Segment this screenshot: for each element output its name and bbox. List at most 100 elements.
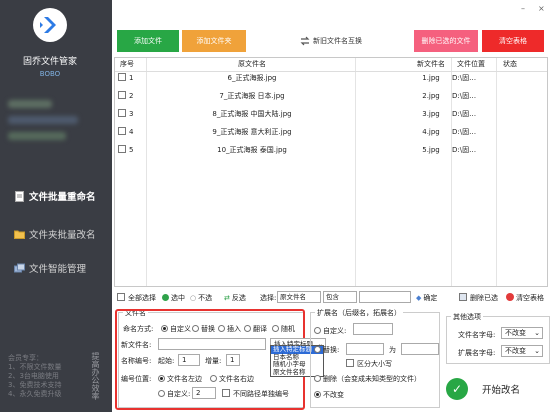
row-index: 4 — [129, 128, 134, 136]
selection-bar: 全部选择 选中 ○ 不选 ⇄ 反选 选择: 原文件名 包含 ◆ 确定 删除已选 清空表… — [114, 291, 550, 305]
other-options-legend: 其他选项 — [451, 312, 483, 322]
ext-case-select[interactable]: 不改变 ⌄ — [501, 345, 543, 357]
table-header: 序号 原文件名 新文件名 文件位置 状态 — [115, 58, 547, 72]
sidebar: 固乔文件管家 BOBO 文件批量重命名 文件夹批量改名 文件智能管理 会员专享：… — [0, 0, 112, 412]
promo-text: 提高办公效率 — [91, 352, 100, 400]
match-input[interactable] — [359, 291, 411, 303]
row-index: 5 — [129, 146, 134, 154]
table-row[interactable]: 1 6_正式海报.jpg 1.jpg D:\固… — [115, 72, 547, 86]
add-file-button[interactable]: 添加文件 — [117, 30, 179, 52]
name-case-label: 文件名字母: — [458, 331, 496, 339]
table-row[interactable]: 3 8_正式海报 中国大陆.jpg 3.jpg D:\固… — [115, 108, 547, 122]
delete-selected-files-button[interactable]: 删除已选的文件 — [414, 30, 478, 52]
header-status[interactable]: 状态 — [503, 58, 543, 72]
blurred-text — [8, 116, 78, 124]
folder-icon — [14, 230, 25, 239]
add-folder-button[interactable]: 添加文件夹 — [182, 30, 246, 52]
minimize-button[interactable]: – — [521, 4, 525, 13]
separate-numbering-checkbox[interactable]: 不同路径单独编号 — [222, 389, 289, 399]
row-checkbox[interactable] — [118, 127, 126, 135]
sidebar-item-file-manage[interactable]: 文件智能管理 — [0, 255, 112, 281]
row-checkbox[interactable] — [118, 73, 126, 81]
ext-custom-radio[interactable]: 自定义: — [314, 326, 346, 336]
sidebar-item-label: 文件批量重命名 — [29, 192, 96, 203]
swap-names-label: 新旧文件名互换 — [313, 37, 362, 45]
sidebar-item-batch-rename[interactable]: 文件批量重命名 — [0, 183, 112, 209]
numbering-label: 名称编号: — [121, 357, 152, 365]
blurred-text — [8, 132, 66, 140]
step-label: 增量: — [205, 357, 222, 365]
header-location[interactable]: 文件位置 — [457, 58, 497, 72]
pos-left-radio[interactable]: 文件名左边 — [158, 374, 202, 384]
row-old-name: 7_正式海报 日本.jpg — [219, 92, 285, 100]
custom-position-input[interactable]: 2 — [192, 387, 216, 399]
manage-icon — [14, 263, 25, 272]
clear-table-button[interactable]: 清空表格 — [482, 30, 544, 52]
mode-translate-radio[interactable]: 翻译 — [244, 324, 267, 334]
ext-as-label: 为 — [389, 346, 396, 354]
table-row[interactable]: 2 7_正式海报 日本.jpg 2.jpg D:\固… — [115, 90, 547, 104]
pos-custom-radio[interactable]: 自定义: — [158, 389, 190, 399]
header-old-name[interactable]: 原文件名 — [149, 58, 355, 72]
extension-legend: 扩展名（后缀名，拓展名） — [315, 308, 403, 318]
blurred-text — [8, 100, 52, 108]
member-title: 会员专享： — [8, 354, 43, 362]
name-case-select[interactable]: 不改变 ⌄ — [501, 327, 543, 339]
check-icon — [162, 294, 169, 301]
uncheck-button[interactable]: ○ 不选 — [190, 293, 212, 303]
new-name-input[interactable] — [158, 338, 266, 350]
app-name: 固乔文件管家 — [22, 57, 77, 67]
mode-insert-radio[interactable]: 插入 — [218, 324, 241, 334]
invert-button[interactable]: ⇄ 反选 — [224, 293, 246, 303]
start-input[interactable]: 1 — [178, 354, 200, 366]
case-sensitive-checkbox[interactable]: 区分大小写 — [346, 359, 392, 369]
member-line: 3、免费技术支持 — [8, 381, 62, 389]
clear-table-small-button[interactable]: 清空表格 — [506, 293, 544, 303]
step-input[interactable]: 1 — [226, 354, 240, 366]
delete-selected-button[interactable]: 删除已选 — [459, 293, 498, 303]
ext-replace-to-input[interactable] — [401, 343, 439, 355]
start-rename-button[interactable]: ✓ 开始改名 — [446, 374, 542, 404]
sidebar-item-folder-rename[interactable]: 文件夹批量改名 — [0, 221, 112, 247]
row-checkbox[interactable] — [118, 109, 126, 117]
ext-delete-radio[interactable]: 删除（会变成未知类型的文件） — [314, 374, 421, 384]
member-benefits: 会员专享： 1、不限文件数量 2、3台电脑使用 3、免费技术支持 4、永久免费升… — [8, 354, 61, 399]
delete-icon — [459, 293, 467, 301]
close-button[interactable]: × — [538, 4, 545, 13]
row-location: D:\固… — [452, 74, 477, 82]
table-row[interactable]: 4 9_正式海报 意大利正.jpg 4.jpg D:\固… — [115, 126, 547, 140]
check-button[interactable]: 选中 — [162, 293, 185, 303]
mode-custom-radio[interactable]: 自定义 — [161, 324, 191, 334]
member-line: 4、永久免费升级 — [8, 390, 62, 398]
pos-right-radio[interactable]: 文件名右边 — [210, 374, 254, 384]
ext-replace-radio[interactable]: 替换: — [314, 345, 339, 355]
ext-replace-from-input[interactable] — [346, 343, 384, 355]
mode-random-radio[interactable]: 随机 — [272, 324, 295, 334]
row-location: D:\固… — [452, 128, 477, 136]
field-select[interactable]: 原文件名 — [277, 291, 321, 303]
row-checkbox[interactable] — [118, 145, 126, 153]
clear-icon — [506, 293, 514, 301]
sidebar-item-label: 文件智能管理 — [29, 264, 87, 275]
row-index: 1 — [129, 74, 134, 82]
start-label: 起始: — [158, 357, 175, 365]
confirm-button[interactable]: ◆ 确定 — [416, 293, 437, 303]
operator-select[interactable]: 包含 — [323, 291, 357, 303]
member-line: 2、3台电脑使用 — [8, 372, 59, 380]
table-row[interactable]: 5 10_正式海报 泰国.jpg 5.jpg D:\固… — [115, 144, 547, 158]
chevron-down-icon: ⌄ — [534, 347, 540, 355]
ext-nochange-radio[interactable]: 不改变 — [314, 390, 344, 400]
swap-names-button[interactable]: 新旧文件名互换 — [296, 30, 366, 52]
invert-icon: ⇄ — [224, 294, 230, 302]
ext-custom-input[interactable] — [353, 323, 393, 335]
select-all-checkbox[interactable]: 全部选择 — [117, 293, 156, 303]
chevron-down-icon: ⌄ — [534, 329, 540, 337]
row-checkbox[interactable] — [118, 91, 126, 99]
ext-case-label: 扩展名字母: — [458, 349, 496, 357]
header-index[interactable]: 序号 — [120, 58, 150, 72]
member-line: 1、不限文件数量 — [8, 363, 62, 371]
swap-icon — [300, 36, 310, 46]
sidebar-item-label: 文件夹批量改名 — [29, 230, 96, 241]
row-old-name: 9_正式海报 意大利正.jpg — [212, 128, 292, 136]
mode-replace-radio[interactable]: 替换 — [192, 324, 215, 334]
